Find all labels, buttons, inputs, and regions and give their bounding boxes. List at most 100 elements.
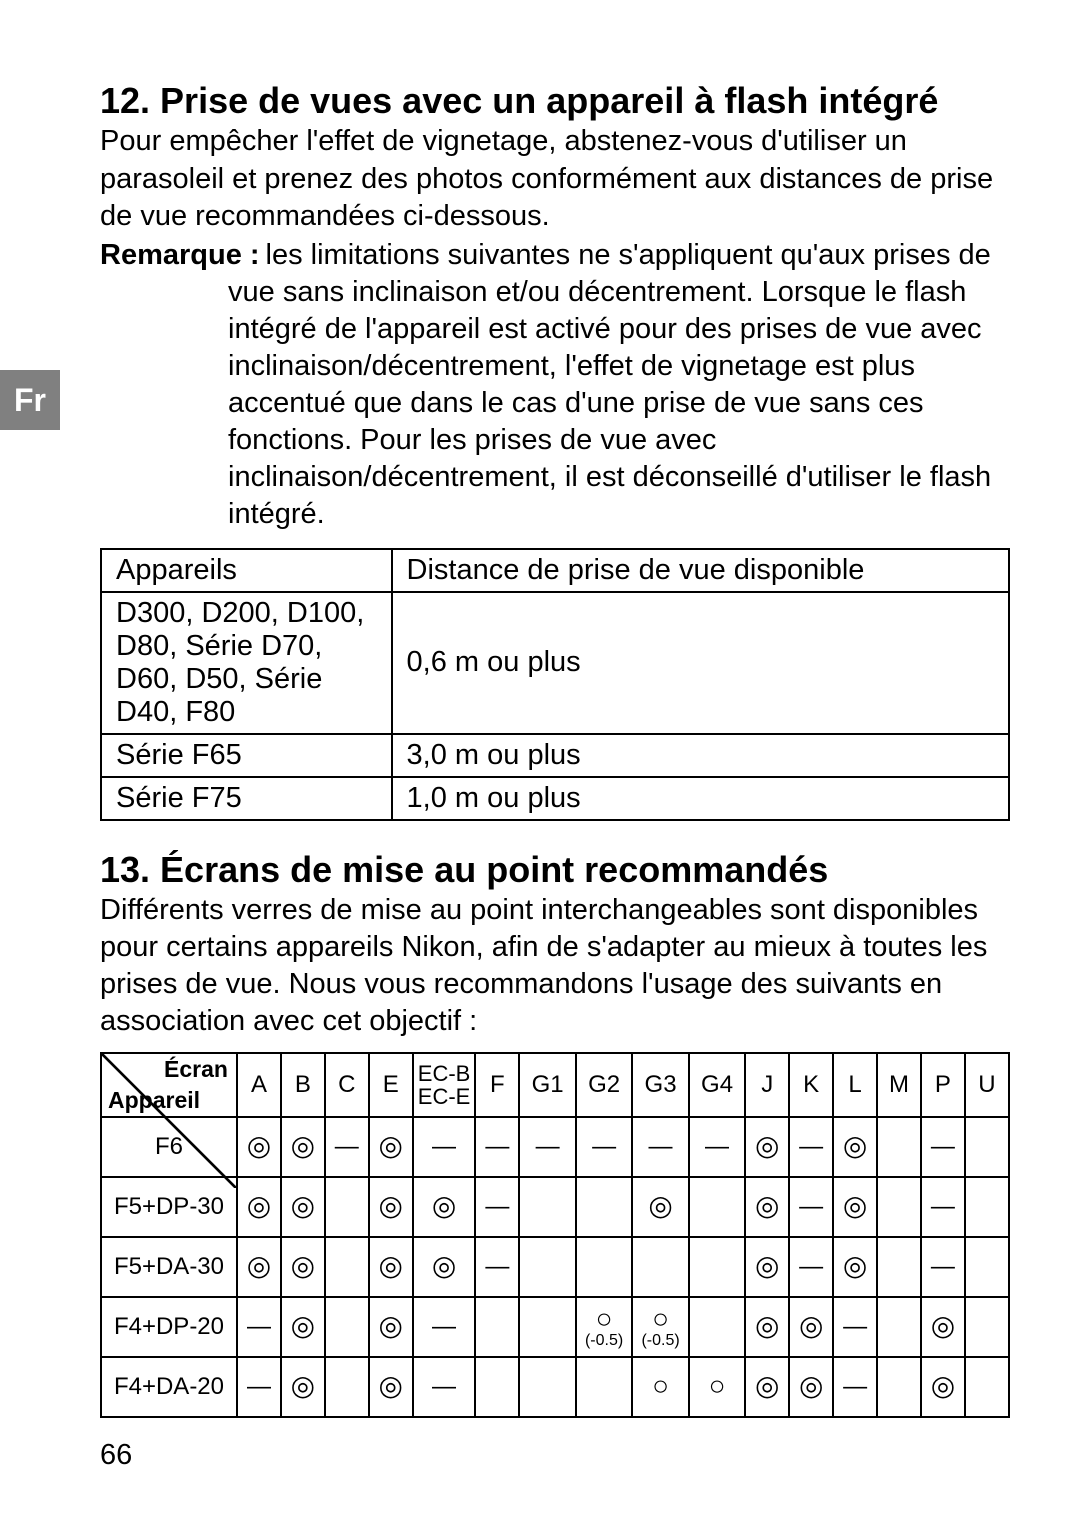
t2-diagonal-header: Écran Appareil <box>101 1053 237 1117</box>
page-number: 66 <box>100 1439 132 1472</box>
double-circle-icon: ◎ <box>291 1310 315 1341</box>
dash-icon: — <box>931 1253 955 1280</box>
t2-cell: ◎ <box>369 1357 413 1417</box>
remarque-label: Remarque : <box>100 237 260 274</box>
t2-cell: — <box>921 1237 965 1297</box>
double-circle-icon: ◎ <box>378 1310 402 1341</box>
open-circle-icon: ○ <box>652 1303 669 1334</box>
t2-col-header: P <box>921 1053 965 1117</box>
t2-cell <box>965 1297 1009 1357</box>
t2-cell: — <box>632 1117 688 1177</box>
open-circle-icon: ○ <box>709 1370 726 1401</box>
t2-cell: ◎ <box>369 1237 413 1297</box>
t1-header-appareils: Appareils <box>101 549 392 592</box>
dash-icon: — <box>931 1193 955 1220</box>
t2-cell <box>576 1357 632 1417</box>
t2-cell: ◎ <box>833 1117 877 1177</box>
t2-cell: — <box>237 1357 281 1417</box>
t2-col-header: B <box>281 1053 325 1117</box>
dash-icon: — <box>335 1133 359 1160</box>
section-13-title: 13. Écrans de mise au point recommandés <box>100 849 1010 890</box>
t2-col-header: G2 <box>576 1053 632 1117</box>
t2-cell <box>325 1357 369 1417</box>
t2-cell <box>576 1177 632 1237</box>
open-circle-icon: ○ <box>652 1370 669 1401</box>
t2-cell: ◎ <box>632 1177 688 1237</box>
double-circle-icon: ◎ <box>291 1130 315 1161</box>
t2-cell: ◎ <box>413 1177 476 1237</box>
double-circle-icon: ◎ <box>432 1250 456 1281</box>
double-circle-icon: ◎ <box>843 1250 867 1281</box>
t2-cell <box>576 1237 632 1297</box>
t2-cell: ◎ <box>237 1177 281 1237</box>
t2-col-header: E <box>369 1053 413 1117</box>
t2-col-header: K <box>789 1053 833 1117</box>
table-row: D300, D200, D100, D80, Série D70, D60, D… <box>101 592 1009 734</box>
dash-icon: — <box>432 1313 456 1340</box>
double-circle-icon: ◎ <box>378 1250 402 1281</box>
t2-cell: ◎ <box>745 1117 789 1177</box>
double-circle-icon: ◎ <box>291 1250 315 1281</box>
t2-cell <box>877 1117 921 1177</box>
double-circle-icon: ◎ <box>755 1310 779 1341</box>
table-row: F5+DA-30◎◎◎◎—◎—◎— <box>101 1237 1009 1297</box>
double-circle-icon: ◎ <box>799 1310 823 1341</box>
t2-cell: ◎ <box>833 1177 877 1237</box>
t2-col-header: J <box>745 1053 789 1117</box>
t2-cell <box>877 1357 921 1417</box>
double-circle-icon: ◎ <box>843 1190 867 1221</box>
double-circle-icon: ◎ <box>755 1250 779 1281</box>
double-circle-icon: ◎ <box>378 1370 402 1401</box>
t2-cell <box>519 1237 575 1297</box>
t2-cell: ◎ <box>921 1297 965 1357</box>
t2-col-header: U <box>965 1053 1009 1117</box>
t1-cell: Série F75 <box>101 777 392 820</box>
t2-cell <box>965 1117 1009 1177</box>
language-tab: Fr <box>0 370 60 430</box>
t2-cell: ◎ <box>237 1117 281 1177</box>
t2-cell: ◎ <box>281 1117 325 1177</box>
t2-cell: ◎ <box>789 1297 833 1357</box>
dash-icon: — <box>592 1133 616 1160</box>
dash-icon: — <box>931 1133 955 1160</box>
dash-icon: — <box>799 1133 823 1160</box>
t2-cell: — <box>689 1117 745 1177</box>
t2-cell <box>325 1237 369 1297</box>
t1-cell: 3,0 m ou plus <box>392 734 1009 777</box>
t2-cell <box>475 1297 519 1357</box>
dash-icon: — <box>843 1313 867 1340</box>
t2-row-header: F4+DA-20 <box>101 1357 237 1417</box>
t2-cell: ○(-0.5) <box>576 1297 632 1357</box>
t2-cell <box>519 1297 575 1357</box>
dash-icon: — <box>799 1193 823 1220</box>
t2-cell: — <box>921 1177 965 1237</box>
t2-cell: ◎ <box>237 1237 281 1297</box>
t2-cell <box>325 1297 369 1357</box>
remarque-continuation: vue sans inclinaison et/ou décentrement.… <box>100 274 1010 534</box>
t2-cell <box>519 1177 575 1237</box>
t2-cell: — <box>475 1117 519 1177</box>
remarque-line: Remarque : les limitations suivantes ne … <box>100 237 1010 274</box>
t2-cell: — <box>789 1237 833 1297</box>
t2-cell: — <box>789 1117 833 1177</box>
t1-cell: D300, D200, D100, D80, Série D70, D60, D… <box>101 592 392 734</box>
table-row: F6◎◎—◎——————◎—◎— <box>101 1117 1009 1177</box>
t2-col-header: L <box>833 1053 877 1117</box>
t2-header-row: Écran Appareil ABCEEC-BEC-EFG1G2G3G4JKLM… <box>101 1053 1009 1117</box>
t2-cell: ◎ <box>281 1297 325 1357</box>
dash-icon: — <box>432 1133 456 1160</box>
t2-cell: ◎ <box>745 1297 789 1357</box>
t2-row-header: F4+DP-20 <box>101 1297 237 1357</box>
double-circle-icon: ◎ <box>247 1130 271 1161</box>
section-12-intro: Pour empêcher l'effet de vignetage, abst… <box>100 123 1010 234</box>
table-row: F4+DP-20—◎◎—○(-0.5)○(-0.5)◎◎—◎ <box>101 1297 1009 1357</box>
t2-cell: — <box>789 1177 833 1237</box>
open-circle-icon: ○ <box>596 1303 613 1334</box>
t2-cell <box>965 1177 1009 1237</box>
t2-cell: — <box>413 1117 476 1177</box>
t2-cell <box>689 1237 745 1297</box>
diag-bot-label: Appareil <box>108 1087 200 1114</box>
t2-cell <box>877 1297 921 1357</box>
t2-col-header: A <box>237 1053 281 1117</box>
t2-cell: ○(-0.5) <box>632 1297 688 1357</box>
